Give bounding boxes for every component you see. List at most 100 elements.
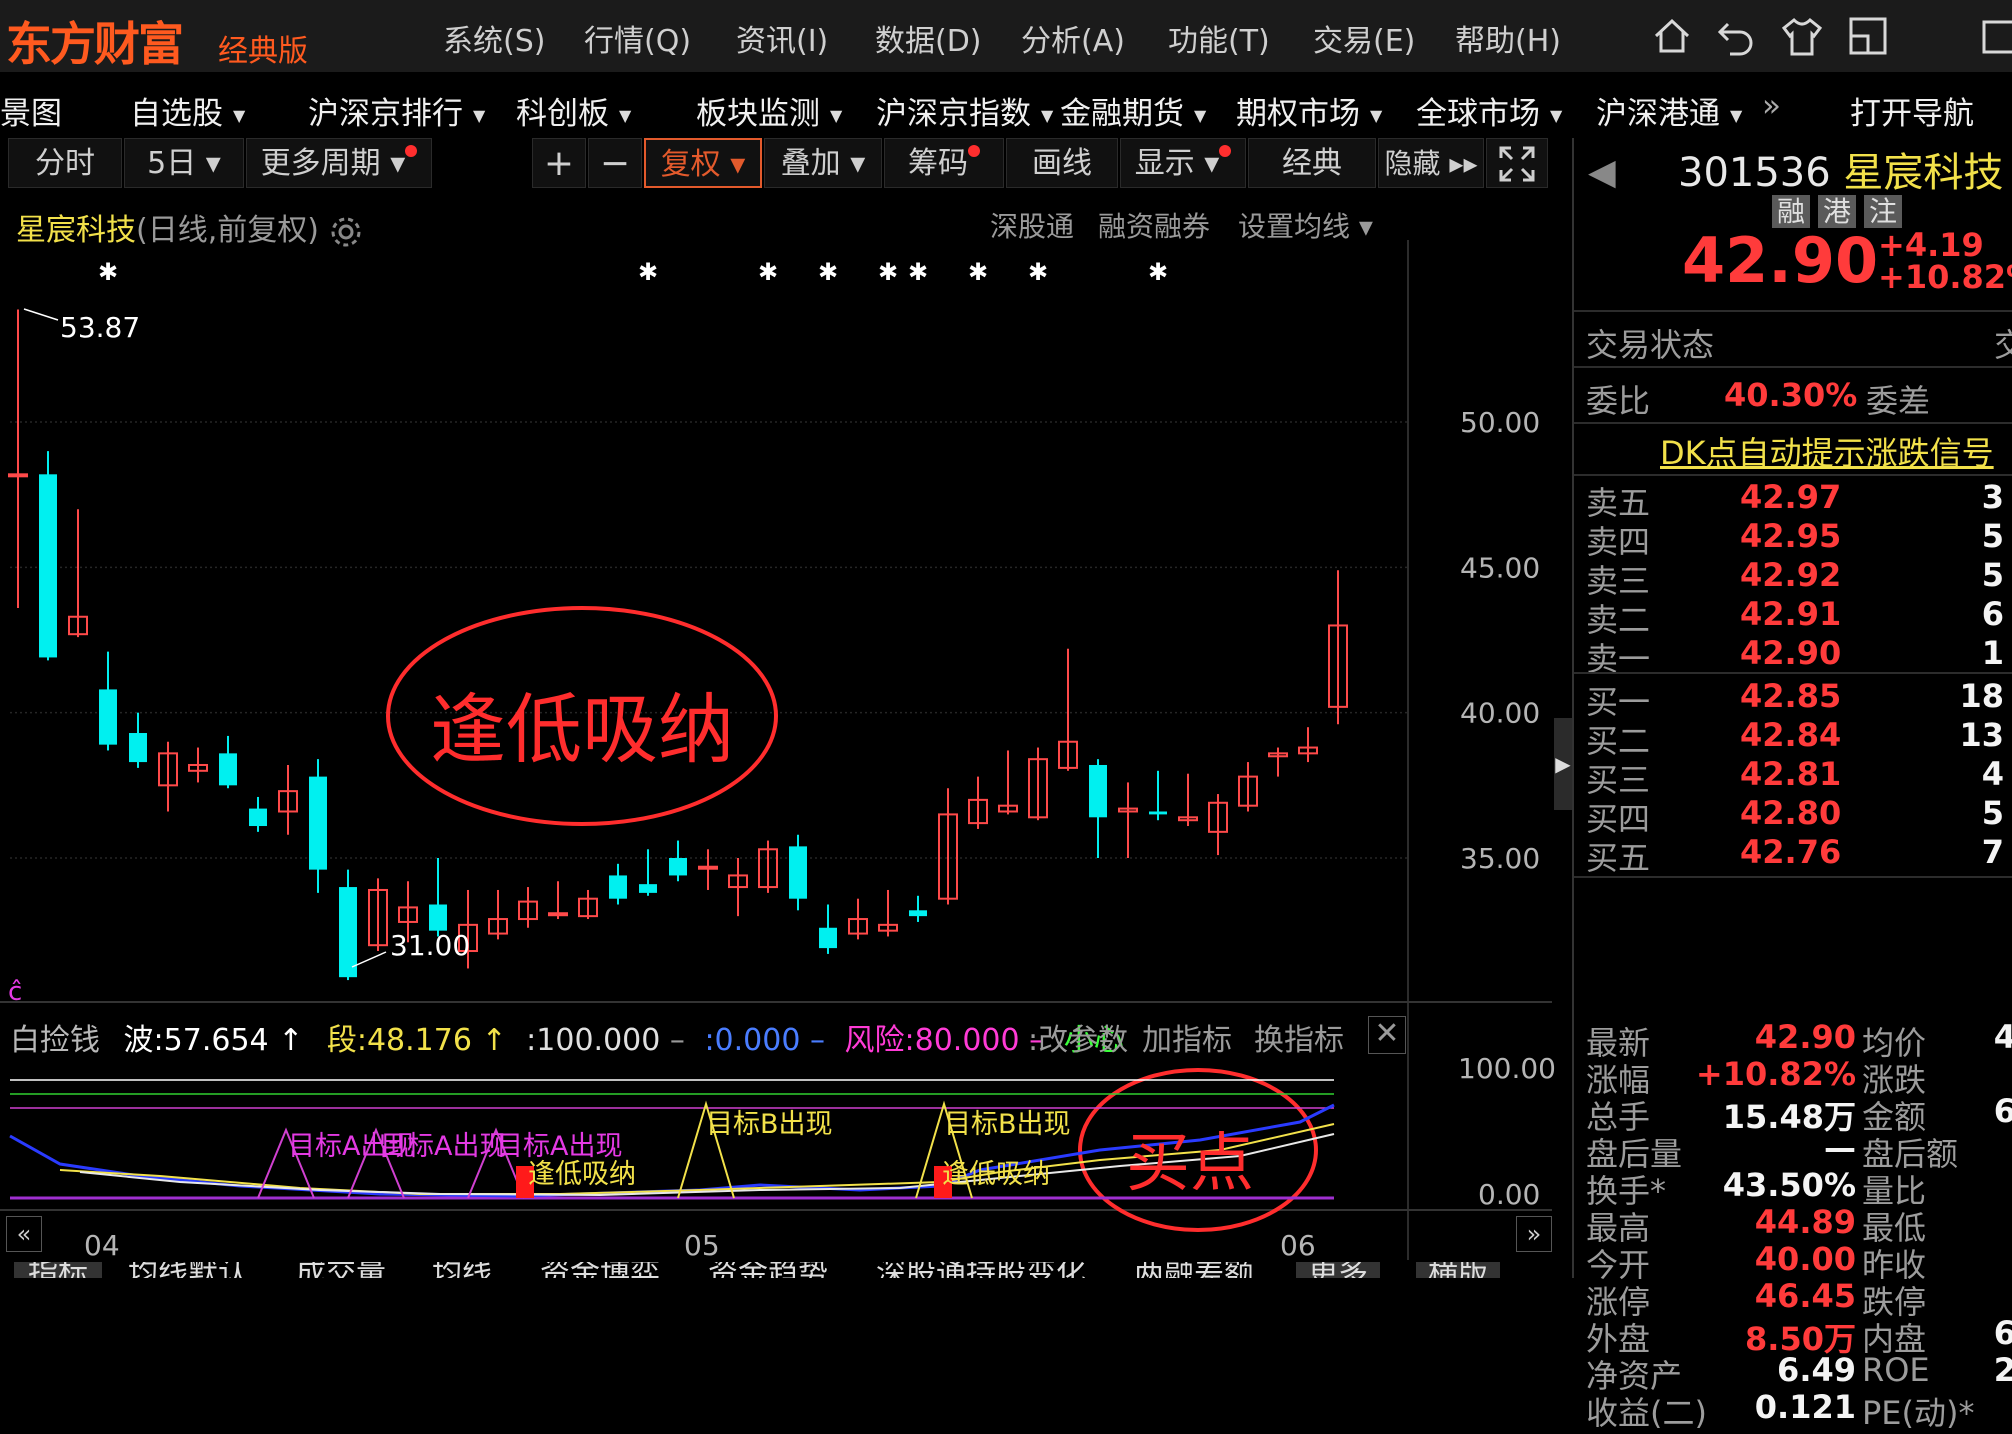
app-edition: 经典版 — [218, 34, 308, 69]
scroll-right-icon[interactable]: » — [1516, 1216, 1552, 1252]
stat-value: 46.45 — [1754, 1277, 1856, 1315]
candle-body — [909, 910, 927, 917]
tab-volume[interactable]: 成交量 — [296, 1262, 386, 1278]
tab-fenshi[interactable]: 分时 — [8, 138, 122, 188]
home-icon[interactable] — [1650, 14, 1694, 58]
switch-indicator-button[interactable]: 换指标 — [1254, 1015, 1344, 1059]
bid-row[interactable]: 买四 42.80 5 — [1574, 794, 2012, 838]
nav-more[interactable]: » — [1762, 88, 1781, 124]
dk-signal-link[interactable]: DK点自动提示涨跌信号 — [1660, 428, 1994, 474]
app-logo: 东方财富 — [6, 17, 184, 71]
level-volume: 1 — [1981, 634, 2004, 672]
edit-params-button[interactable]: :改参数 — [1028, 1015, 1128, 1059]
nav-item[interactable]: 金融期货 ▼ — [1060, 88, 1206, 133]
signal-marker: ✱ — [968, 258, 988, 286]
candle-body — [1089, 764, 1107, 818]
nav-item[interactable]: 全球市场 ▼ — [1416, 88, 1562, 133]
nav-item[interactable]: 科创板 ▼ — [516, 88, 631, 133]
window-icon[interactable] — [1846, 14, 1890, 58]
panel-toggle-icon[interactable]: ▶ — [1554, 718, 1572, 810]
stat-value: 43.50% — [1722, 1166, 1856, 1204]
bid-row[interactable]: 买五 42.76 7 — [1574, 833, 2012, 877]
menu-functions[interactable]: 功能(T) — [1168, 16, 1270, 60]
candle-body — [129, 733, 147, 763]
ask-row[interactable]: 卖五 42.97 3 — [1574, 478, 2012, 522]
prev-stock-icon[interactable]: ◀ — [1588, 152, 1616, 193]
level-price: 42.76 — [1740, 833, 1842, 871]
candle-body — [39, 474, 57, 658]
link-sgt[interactable]: 深股通 — [990, 205, 1074, 245]
link-ma-settings[interactable]: 设置均线 ▾ — [1238, 205, 1373, 245]
signal-marker: ✱ — [638, 258, 658, 286]
stat-row: 净资产 6.49 ROE 2 — [1574, 1351, 2012, 1395]
display-select[interactable]: 显示 ▾ — [1120, 138, 1246, 188]
ask-row[interactable]: 卖一 42.90 1 — [1574, 634, 2012, 678]
shirt-icon[interactable] — [1780, 14, 1824, 58]
divider — [1574, 310, 2012, 312]
zoom-out-button[interactable]: − — [588, 138, 642, 188]
nav-first[interactable]: 景图 — [0, 88, 62, 133]
minimize-icon[interactable] — [1980, 14, 2012, 58]
tab-ma[interactable]: 均线 — [432, 1262, 492, 1278]
ind-label-dip: 逢低吸纳 — [528, 1159, 636, 1190]
classic-button[interactable]: 经典 — [1248, 138, 1376, 188]
nav-item[interactable]: 期权市场 ▼ — [1236, 88, 1382, 133]
nav-item[interactable]: 板块监测 ▼ — [696, 88, 842, 133]
ind-risk: 风险:80.000 — [844, 1023, 1020, 1058]
tab-ma-default[interactable]: 均线默认 — [128, 1262, 248, 1278]
bid-row[interactable]: 买三 42.81 4 — [1574, 755, 2012, 799]
stat-row: 涨停 46.45 跌停 — [1574, 1277, 2012, 1321]
fullscreen-icon[interactable] — [1486, 138, 1548, 188]
menu-help[interactable]: 帮助(H) — [1455, 16, 1561, 60]
candle-body — [609, 875, 627, 899]
fuquan-select[interactable]: 复权 ▾ — [644, 138, 762, 188]
ind-v2: :0.000 — [704, 1023, 801, 1058]
back-icon[interactable] — [1714, 14, 1758, 58]
close-indicator-icon[interactable]: ✕ — [1368, 1016, 1406, 1054]
overlay-select[interactable]: 叠加 ▾ — [764, 138, 882, 188]
level-price: 42.85 — [1740, 677, 1842, 715]
menu-trade[interactable]: 交易(E) — [1313, 16, 1415, 60]
scroll-left-icon[interactable]: « — [6, 1216, 42, 1252]
menu-news[interactable]: 资讯(I) — [736, 16, 828, 60]
zoom-in-button[interactable]: + — [532, 138, 586, 188]
signal-marker: ✱ — [818, 258, 838, 286]
nav-item[interactable]: 沪深京指数 ▼ — [876, 88, 1053, 133]
signal-marker: ✱ — [758, 258, 778, 286]
period-select[interactable]: 5日 ▾ — [124, 138, 244, 188]
menu-data[interactable]: 数据(D) — [875, 16, 982, 60]
bid-row[interactable]: 买二 42.84 13 — [1574, 716, 2012, 760]
more-periods[interactable]: 更多周期 ▾ — [246, 138, 432, 188]
link-margin[interactable]: 融资融券 — [1098, 205, 1210, 245]
stat-value: 0.121 — [1754, 1388, 1856, 1426]
candle-body — [99, 689, 117, 745]
stat-row: 涨幅 +10.82% 涨跌 — [1574, 1055, 2012, 1099]
ask-row[interactable]: 卖三 42.92 5 — [1574, 556, 2012, 600]
tab-more[interactable]: 更多 — [1296, 1262, 1380, 1278]
open-nav-button[interactable]: 打开导航 — [1850, 88, 1974, 133]
chip-button[interactable]: 筹码 — [884, 138, 1004, 188]
nav-item[interactable]: 沪深京排行 ▼ — [308, 88, 485, 133]
stat-row: 今开 40.00 昨收 — [1574, 1240, 2012, 1284]
nav-item[interactable]: 自选股 ▼ — [130, 88, 245, 133]
ask-row[interactable]: 卖四 42.95 5 — [1574, 517, 2012, 561]
tab-sgt-holding[interactable]: 深股通持股变化 — [876, 1262, 1086, 1278]
tab-indicator[interactable]: 指标 — [14, 1262, 102, 1278]
tab-fund-trend[interactable]: 资金趋势 — [708, 1262, 828, 1278]
ask-row[interactable]: 卖二 42.91 6 — [1574, 595, 2012, 639]
add-indicator-button[interactable]: 加指标 — [1142, 1015, 1232, 1059]
nav-item[interactable]: 沪深港通 ▼ — [1596, 88, 1742, 133]
hide-button[interactable]: 隐藏 ▸▸ — [1378, 138, 1484, 188]
tab-landscape[interactable]: 横版 — [1416, 1262, 1500, 1278]
divider — [1574, 422, 2012, 424]
menu-analysis[interactable]: 分析(A) — [1021, 16, 1125, 60]
ind-label-b: 目标B出现 — [706, 1109, 833, 1140]
stat-label-right: ROE — [1862, 1351, 1930, 1389]
bid-row[interactable]: 买一 42.85 18 — [1574, 677, 2012, 721]
draw-line-button[interactable]: 画线 — [1006, 138, 1118, 188]
menu-system[interactable]: 系统(S) — [443, 16, 545, 60]
menu-market[interactable]: 行情(Q) — [584, 16, 691, 60]
stat-row: 外盘 8.50万 内盘 6 — [1574, 1314, 2012, 1358]
tab-fund-game[interactable]: 资金博弈 — [540, 1262, 660, 1278]
tab-margin-diff[interactable]: 两融差额 — [1134, 1262, 1254, 1278]
